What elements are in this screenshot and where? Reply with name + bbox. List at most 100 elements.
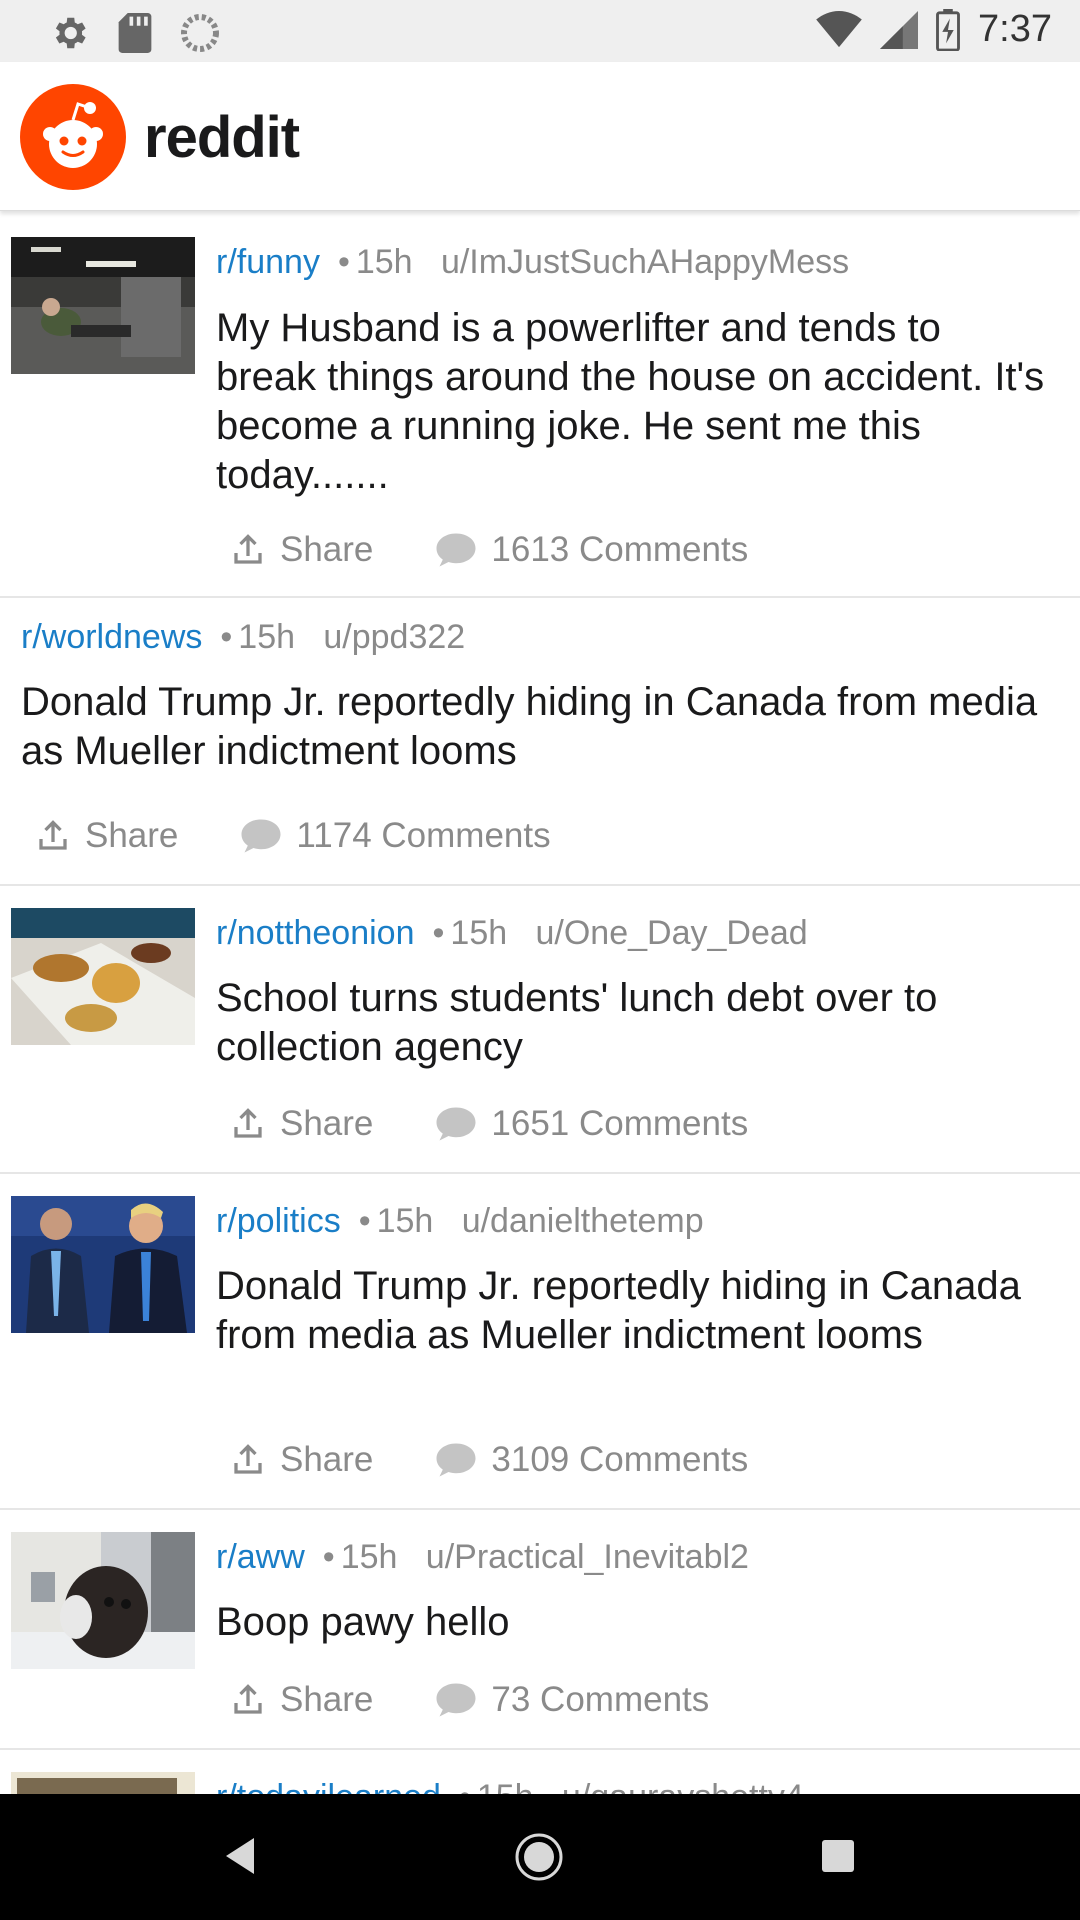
subreddit-link[interactable]: r/worldnews: [21, 618, 202, 656]
post-thumbnail[interactable]: [11, 1196, 195, 1333]
post-age: 15h: [340, 1538, 398, 1576]
subreddit-link[interactable]: r/funny: [216, 243, 320, 281]
post-title[interactable]: My Husband is a powerlifter and tends to…: [216, 304, 1046, 500]
meta-separator: •: [322, 1538, 335, 1576]
post-card[interactable]: r/politics • 15h u/danielthetemp Donald Tr…: [0, 1174, 1080, 1510]
post-age: 15h: [355, 243, 413, 281]
post-card[interactable]: r/todayilearned • 15h u/gauravshetty4: [0, 1750, 1080, 1794]
comments-button[interactable]: 73 Comments: [435, 1680, 709, 1720]
comments-button[interactable]: 1174 Comments: [240, 816, 551, 856]
share-label: Share: [280, 1104, 374, 1143]
post-meta: r/funny • 15h u/ImJustSuchAHappyMess: [216, 243, 849, 282]
post-meta: r/nottheonion • 15h u/One_Day_Dead: [216, 914, 808, 953]
comment-bubble-icon: [436, 1107, 476, 1141]
comment-bubble-icon: [436, 1683, 476, 1717]
comments-button[interactable]: 1613 Comments: [435, 530, 748, 570]
comments-button[interactable]: 3109 Comments: [435, 1440, 748, 1480]
status-bar: 7:37: [0, 0, 1080, 62]
post-actions: Share 1174 Comments: [35, 816, 551, 856]
meta-separator: •: [220, 618, 233, 656]
meta-separator: •: [459, 1778, 471, 1794]
clock: 7:37: [978, 8, 1052, 50]
post-thumbnail[interactable]: [11, 1772, 195, 1794]
subreddit-link[interactable]: r/todayilearned: [216, 1778, 441, 1794]
post-age: 15h: [238, 618, 296, 656]
post-author[interactable]: u/gauravshetty4: [562, 1778, 804, 1794]
comment-count: 3109 Comments: [491, 1440, 749, 1479]
post-author[interactable]: u/One_Day_Dead: [535, 914, 807, 952]
comment-bubble-icon: [436, 533, 476, 567]
meta-separator: •: [358, 1202, 371, 1240]
post-thumbnail[interactable]: [11, 1532, 195, 1669]
subreddit-link[interactable]: r/nottheonion: [216, 914, 415, 952]
post-author[interactable]: u/Practical_Inevitabl2: [426, 1538, 749, 1576]
post-title[interactable]: School turns students' lunch debt over t…: [216, 974, 1046, 1072]
post-meta: r/todayilearned • 15h u/gauravshetty4: [216, 1778, 804, 1794]
post-author[interactable]: u/ppd322: [323, 618, 465, 656]
reddit-alien-icon: [43, 102, 103, 168]
post-thumbnail[interactable]: [11, 237, 195, 374]
comment-bubble-icon: [241, 819, 281, 853]
app-title: reddit: [144, 105, 300, 170]
share-icon: [234, 1108, 262, 1138]
share-label: Share: [280, 1440, 374, 1479]
share-button[interactable]: Share: [230, 1440, 373, 1480]
share-label: Share: [280, 1680, 374, 1719]
comment-count: 1174 Comments: [296, 816, 551, 855]
post-card[interactable]: r/funny • 15h u/ImJustSuchAHappyMess My Hu…: [0, 212, 1080, 598]
post-age: 15h: [477, 1778, 534, 1794]
post-title[interactable]: Donald Trump Jr. reportedly hiding in Ca…: [216, 1262, 1046, 1360]
comment-count: 1651 Comments: [491, 1104, 749, 1143]
comment-count: 1613 Comments: [491, 530, 749, 569]
battery-charging-icon: [936, 8, 960, 51]
sd-card-icon: [118, 13, 152, 53]
subreddit-link[interactable]: r/aww: [216, 1538, 305, 1576]
back-icon[interactable]: [222, 1836, 258, 1876]
post-feed[interactable]: r/funny • 15h u/ImJustSuchAHappyMess My Hu…: [0, 212, 1080, 1794]
cell-signal-icon: [880, 10, 919, 49]
share-icon: [234, 1684, 262, 1714]
post-title[interactable]: Boop pawy hello: [216, 1598, 1046, 1647]
post-actions: Share 1613 Comments: [230, 530, 748, 570]
wifi-icon: [816, 10, 862, 47]
share-label: Share: [85, 816, 179, 855]
post-card[interactable]: r/aww • 15h u/Practical_Inevitabl2 Boop pa…: [0, 1510, 1080, 1750]
post-thumbnail[interactable]: [11, 908, 195, 1045]
post-card[interactable]: r/worldnews • 15h u/ppd322 Donald Trump Jr…: [0, 598, 1080, 886]
status-right-icons: 7:37: [816, 8, 1052, 51]
post-meta: r/worldnews • 15h u/ppd322: [21, 618, 465, 657]
post-author[interactable]: u/ImJustSuchAHappyMess: [441, 243, 849, 281]
reddit-logo-icon[interactable]: [20, 84, 126, 190]
post-actions: Share 1651 Comments: [230, 1104, 748, 1144]
home-icon[interactable]: [514, 1832, 564, 1882]
status-left-icons: [48, 12, 220, 54]
post-actions: Share 3109 Comments: [230, 1440, 748, 1480]
share-button[interactable]: Share: [230, 1680, 373, 1720]
share-label: Share: [280, 530, 374, 569]
share-button[interactable]: Share: [35, 816, 178, 856]
comments-button[interactable]: 1651 Comments: [435, 1104, 748, 1144]
meta-separator: •: [432, 914, 445, 952]
post-card[interactable]: r/nottheonion • 15h u/One_Day_Dead School …: [0, 886, 1080, 1174]
share-button[interactable]: Share: [230, 530, 373, 570]
subreddit-link[interactable]: r/politics: [216, 1202, 341, 1240]
post-meta: r/politics • 15h u/danielthetemp: [216, 1202, 704, 1241]
share-icon: [39, 820, 67, 850]
system-nav-bar: [0, 1794, 1080, 1920]
post-title[interactable]: Donald Trump Jr. reportedly hiding in Ca…: [21, 678, 1041, 776]
sync-icon: [181, 14, 219, 52]
share-icon: [234, 1444, 262, 1474]
post-age: 15h: [450, 914, 508, 952]
app-bar: reddit: [0, 62, 1080, 211]
share-icon: [234, 534, 262, 564]
recents-icon[interactable]: [820, 1838, 856, 1874]
post-actions: Share 73 Comments: [230, 1680, 709, 1720]
post-author[interactable]: u/danielthetemp: [462, 1202, 704, 1240]
post-age: 15h: [376, 1202, 434, 1240]
comment-bubble-icon: [436, 1443, 476, 1477]
comment-count: 73 Comments: [491, 1680, 710, 1719]
share-button[interactable]: Share: [230, 1104, 373, 1144]
settings-icon: [55, 17, 86, 49]
meta-separator: •: [337, 243, 350, 281]
post-meta: r/aww • 15h u/Practical_Inevitabl2: [216, 1538, 749, 1577]
